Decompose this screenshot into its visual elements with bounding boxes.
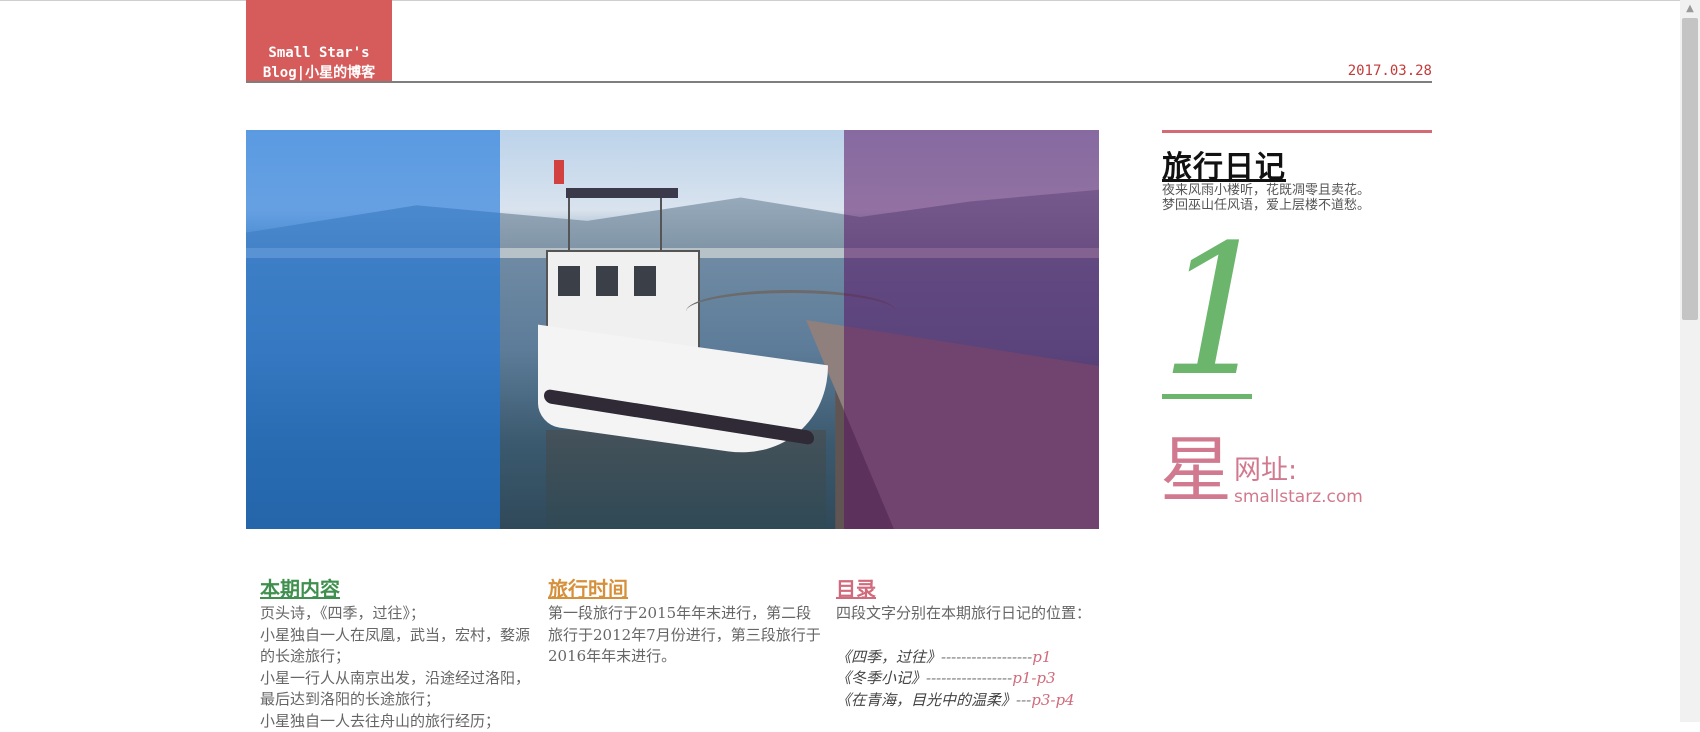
cabin-window xyxy=(596,266,618,296)
cabin-window xyxy=(558,266,580,296)
section-content: 本期内容 页头诗，《四季，过往》； 小星独自一人在凤凰，武当，宏村，婺源的长途旅… xyxy=(260,575,535,732)
section-time-title: 旅行时间 xyxy=(548,575,824,603)
header-divider xyxy=(246,81,1432,83)
content-line: 小星独自一人去往舟山的旅行经历； xyxy=(260,711,535,732)
website-label: 网址: xyxy=(1234,448,1297,487)
section-toc-intro: 四段文字分别在本期旅行日记的位置： xyxy=(836,603,1106,625)
toc-item[interactable]: 《冬季小记》-----------------p1-p3 xyxy=(836,668,1106,690)
content-line: 页头诗，《四季，过往》； xyxy=(260,603,535,625)
toc-item-name: 《冬季小记》 xyxy=(836,669,926,687)
section-time-text: 第一段旅行于2015年年末进行，第二段旅行于2012年7月份进行，第三段旅行于2… xyxy=(548,603,824,668)
issue-number: 1 xyxy=(1160,222,1275,402)
toc-item-page: p1 xyxy=(1032,648,1051,666)
logo-line-2: Blog|小星的博客 xyxy=(246,63,392,83)
issue-number-underline xyxy=(1162,394,1252,399)
star-character: 星 xyxy=(1160,430,1232,510)
blog-logo[interactable]: Small Star's Blog|小星的博客 xyxy=(246,0,392,82)
hero-boat-canopy-rail xyxy=(568,198,662,253)
toc-item-name: 《四季，过往》 xyxy=(836,648,941,666)
website-url[interactable]: smallstarz.com xyxy=(1234,487,1363,507)
hero-blue-overlay xyxy=(246,130,500,529)
section-toc-title: 目录 xyxy=(836,575,1106,603)
section-time: 旅行时间 第一段旅行于2015年年末进行，第二段旅行于2012年7月份进行，第三… xyxy=(548,575,824,668)
toc-item-dashes: ----------------- xyxy=(926,669,1012,687)
hero-purple-overlay xyxy=(844,130,1099,529)
scrollbar-thumb[interactable] xyxy=(1682,18,1698,320)
hero-boat-canopy xyxy=(566,188,678,198)
toc-item-page: p1-p3 xyxy=(1012,669,1055,687)
toc-item-page: p3-p4 xyxy=(1031,691,1074,709)
logo-line-1: Small Star's xyxy=(246,43,392,63)
hero-image xyxy=(246,130,1099,529)
post-date: 2017.03.28 xyxy=(1300,63,1432,79)
section-toc: 目录 四段文字分别在本期旅行日记的位置： 《四季，过往》------------… xyxy=(836,575,1106,711)
poem-line-1: 夜来风雨小楼听，花既凋零且卖花。 xyxy=(1162,183,1452,198)
content-line: 小星一行人从南京出发，沿途经过洛阳，最后达到洛阳的长途旅行； xyxy=(260,668,535,711)
section-content-title: 本期内容 xyxy=(260,575,535,603)
content-line: 小星独自一人在凤凰，武当，宏村，婺源的长途旅行； xyxy=(260,625,535,668)
toc-item[interactable]: 《四季，过往》------------------p1 xyxy=(836,647,1106,669)
cabin-window xyxy=(634,266,656,296)
toc-item[interactable]: 《在青海，目光中的温柔》---p3-p4 xyxy=(836,690,1106,712)
toc-item-dashes: --- xyxy=(1016,691,1031,709)
toc-item-dashes: ------------------ xyxy=(941,648,1032,666)
scroll-up-arrow-icon[interactable]: ▲ xyxy=(1682,2,1698,16)
toc-item-name: 《在青海，目光中的温柔》 xyxy=(836,691,1016,709)
toc-list: 《四季，过往》------------------p1 《冬季小记》------… xyxy=(836,647,1106,712)
sidebar-title: 旅行日记 xyxy=(1162,142,1286,186)
sidebar-divider xyxy=(1162,130,1432,133)
hero-boat-flag xyxy=(554,160,564,184)
